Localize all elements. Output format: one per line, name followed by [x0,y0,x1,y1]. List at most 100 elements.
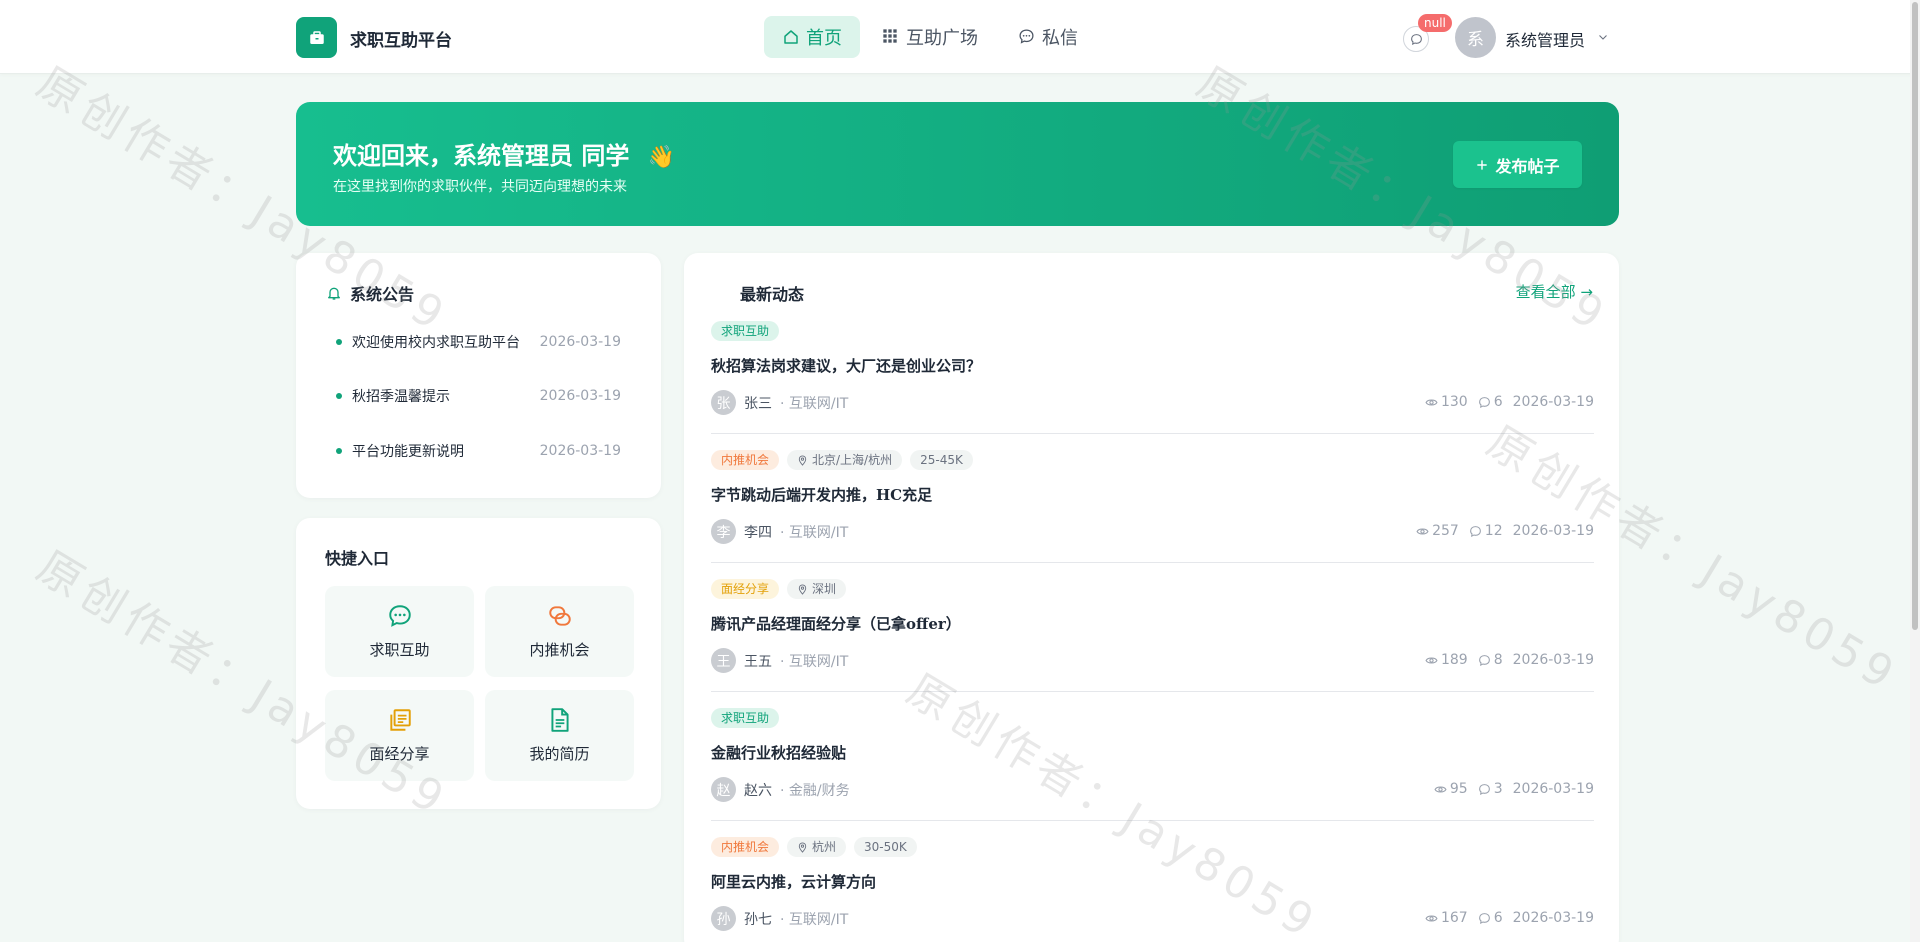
welcome-banner: 欢迎回来，系统管理员 同学 👋 在这里找到你的求职伙伴，共同迈向理想的未来 发布… [296,102,1619,226]
post-meta: 孙孙七 · 互联网/IT [711,906,848,931]
post-stats: 130 6 2026-03-19 [1425,394,1594,410]
comment-count: 8 [1478,652,1503,668]
bullet-dot [336,393,342,399]
location-icon [798,455,807,466]
view-count: 257 [1416,523,1459,539]
user-name[interactable]: 系统管理员 [1505,27,1585,51]
author-name[interactable]: 李四 [744,522,772,542]
quick-resume[interactable]: 我的简历 [485,690,634,781]
post-title[interactable]: 字节跳动后端开发内推，HC充足 [711,484,932,505]
logo[interactable] [296,17,337,58]
post-title[interactable]: 金融行业秋招经验贴 [711,742,846,763]
category-tag[interactable]: 内推机会 [711,450,780,470]
comment-icon [1478,654,1490,666]
chat-bubble-icon [388,605,411,627]
announcement-date: 2026-03-19 [539,334,621,350]
view-count: 167 [1425,910,1468,926]
home-icon [782,28,800,46]
nav-home[interactable]: 首页 [764,16,860,58]
post-meta: 李李四 · 互联网/IT [711,519,848,544]
comment-icon [1478,783,1490,795]
banner-title-text: 欢迎回来，系统管理员 同学 [333,141,630,170]
announcement-date: 2026-03-19 [539,443,621,459]
post-item[interactable]: 面经分享 深圳腾讯产品经理面经分享（已拿offer） 王王五 · 互联网/IT 189 8… [711,563,1594,692]
eye-icon [1425,915,1438,921]
post-stats: 257 12 2026-03-19 [1416,523,1594,539]
post-title[interactable]: 腾讯产品经理面经分享（已拿offer） [711,613,961,634]
author-avatar[interactable]: 李 [711,519,736,544]
eye-icon [1425,399,1438,405]
chevron-down-icon[interactable] [1597,31,1609,43]
author-industry: · 金融/财务 [780,782,850,799]
author-avatar[interactable]: 孙 [711,906,736,931]
eye-icon [1416,528,1429,534]
announcement-item[interactable]: 平台功能更新说明 2026-03-19 [336,441,621,461]
view-all-link[interactable]: 查看全部 → [1516,281,1593,302]
location-tag: 北京/上海/杭州 [787,450,903,470]
nav-square[interactable]: 互助广场 [864,16,996,58]
message-badge: null [1418,14,1452,32]
view-count-text: 130 [1440,394,1468,410]
post-meta: 赵赵六 · 金融/财务 [711,777,850,802]
link-icon [548,606,571,626]
post-tags: 面经分享 深圳 [711,579,847,599]
eye-icon [1425,657,1438,663]
post-item[interactable]: 求职互助秋招算法岗求建议，大厂还是创业公司？ 张张三 · 互联网/IT 130 6 202… [711,305,1594,434]
nav-label: 私信 [1042,28,1078,49]
comment-count: 6 [1478,910,1503,926]
author-industry: · 互联网/IT [780,395,849,412]
author-name[interactable]: 张三 [744,393,772,413]
quick-job-help[interactable]: 求职互助 [325,586,474,677]
post-date: 2026-03-19 [1512,523,1594,539]
quick-label: 我的简历 [529,745,590,763]
quick-referral[interactable]: 内推机会 [485,586,634,677]
category-tag[interactable]: 求职互助 [711,321,780,341]
post-title[interactable]: 秋招算法岗求建议，大厂还是创业公司？ [711,355,981,376]
feed-card: 最新动态 查看全部 → 求职互助 秋招算法岗求建议，大厂还是创业公司？张张三 · 互… [684,253,1619,942]
announcement-date: 2026-03-19 [539,388,621,404]
view-count: 189 [1425,652,1468,668]
post-date: 2026-03-19 [1512,910,1594,926]
author-name[interactable]: 王五 [744,651,772,671]
feed-header: 最新动态 [740,281,804,305]
author-avatar[interactable]: 赵 [711,777,736,802]
announcement-item[interactable]: 欢迎使用校内求职互助平台 2026-03-19 [336,332,621,352]
category-tag[interactable]: 求职互助 [711,708,780,728]
post-title[interactable]: 阿里云内推，云计算方向 [711,871,876,892]
author-name[interactable]: 孙七 [744,909,772,929]
post-date: 2026-03-19 [1512,781,1594,797]
banner-title: 欢迎回来，系统管理员 同学 👋 [333,136,675,171]
post-meta: 王王五 · 互联网/IT [711,648,848,673]
view-count-text: 257 [1432,523,1459,539]
author-name[interactable]: 赵六 [744,780,772,800]
post-item[interactable]: 求职互助 金融行业秋招经验贴赵赵六 · 金融/财务 95 3 2026-03-19 [711,692,1594,821]
view-count: 130 [1425,394,1468,410]
quick-entry-title: 快捷入口 [325,549,390,568]
post-item[interactable]: 内推机会 北京/上海/杭州 25-45K 字节跳动后端开发内推，HC充足李李四 · 互联… [711,434,1594,563]
avatar[interactable]: 系 [1455,17,1496,58]
author-avatar[interactable]: 王 [711,648,736,673]
post-stats: 95 3 2026-03-19 [1434,781,1594,797]
quick-label: 求职互助 [369,641,430,659]
quick-interview[interactable]: 面经分享 [325,690,474,781]
post-stats: 189 8 2026-03-19 [1425,652,1594,668]
category-tag[interactable]: 面经分享 [711,579,780,599]
publish-post-button[interactable]: 发布帖子 [1453,141,1582,188]
salary-tag: 25-45K [910,450,973,470]
post-date: 2026-03-19 [1512,394,1594,410]
category-tag[interactable]: 内推机会 [711,837,780,857]
comment-count: 3 [1478,781,1503,797]
chat-icon [1410,33,1422,45]
plus-icon [1477,159,1488,170]
view-count-text: 167 [1440,910,1468,926]
post-item[interactable]: 内推机会 杭州 30-50K 阿里云内推，云计算方向孙孙七 · 互联网/IT 167 6 20… [711,821,1594,942]
announcement-title: 系统公告 [350,285,415,304]
scrollbar-thumb[interactable] [1912,2,1918,630]
author-industry: · 互联网/IT [780,524,849,541]
nav-messages[interactable]: 私信 [1000,16,1096,58]
bullet-dot [336,339,342,345]
comment-count-text: 3 [1493,781,1503,797]
announcement-item[interactable]: 秋招季温馨提示 2026-03-19 [336,386,621,406]
salary-tag: 30-50K [854,837,917,857]
author-avatar[interactable]: 张 [711,390,736,415]
